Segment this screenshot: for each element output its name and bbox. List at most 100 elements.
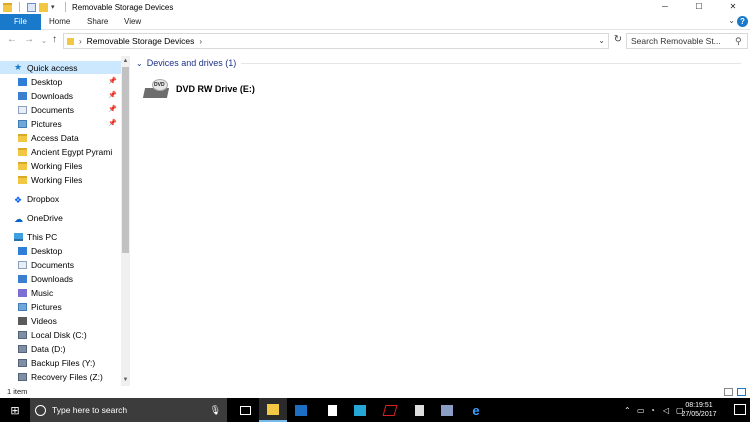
file-list-pane[interactable]: ⌄ Devices and drives (1) DVD DVD RW Driv… xyxy=(136,56,748,386)
scroll-down-icon[interactable]: ▼ xyxy=(121,376,130,385)
clock-time: 08:19:51 xyxy=(685,402,713,409)
sidebar-item-onedrive[interactable]: ☁ OneDrive xyxy=(0,211,121,224)
sidebar-item-working-files-2[interactable]: Working Files xyxy=(0,173,121,186)
search-input[interactable]: Search Removable St... xyxy=(627,36,735,46)
drive-icon xyxy=(18,330,27,339)
help-icon[interactable]: ? xyxy=(737,16,748,27)
new-folder-icon[interactable] xyxy=(39,2,48,12)
sidebar-item-desktop[interactable]: Desktop 📌 xyxy=(0,75,121,88)
sidebar-scrollbar[interactable]: ▲ ▼ xyxy=(121,56,130,386)
wifi-icon[interactable]: ◔ xyxy=(650,406,660,415)
folder-icon xyxy=(67,37,74,45)
show-hidden-icons-chevron-icon[interactable]: ⌃ xyxy=(624,406,634,415)
up-button[interactable]: ↑ xyxy=(52,34,57,45)
taskbar-search-input[interactable]: Type here to search xyxy=(52,405,210,415)
library-app-icon[interactable] xyxy=(287,398,315,422)
tab-file[interactable]: File xyxy=(0,14,41,30)
refresh-icon[interactable]: ↻ xyxy=(612,34,624,48)
close-button[interactable]: ✕ xyxy=(716,0,750,14)
address-dropdown-chevron-icon[interactable]: ⌄ xyxy=(598,36,605,45)
windows-start-icon[interactable]: ⊞ xyxy=(0,398,30,422)
tiles-view-icon[interactable] xyxy=(737,388,746,396)
navigation-bar: ← → ⌄ ↑ › Removable Storage Devices › ⌄ … xyxy=(0,31,750,51)
tab-home[interactable]: Home xyxy=(49,14,70,30)
tab-view[interactable]: View xyxy=(124,14,141,30)
sidebar-item-pc-downloads[interactable]: Downloads xyxy=(0,272,121,285)
sidebar-item-local-disk-c[interactable]: Local Disk (C:) xyxy=(0,328,121,341)
sidebar-item-access-data[interactable]: Access Data xyxy=(0,131,121,144)
volume-icon[interactable]: ◁ xyxy=(663,406,673,415)
calculator-icon[interactable] xyxy=(405,398,433,422)
properties-icon[interactable] xyxy=(27,2,36,12)
customize-dropdown-icon[interactable]: ▾ xyxy=(51,3,58,12)
drive-tile-dvd[interactable]: DVD DVD RW Drive (E:) xyxy=(142,76,255,102)
desktop-folder-icon xyxy=(18,77,27,86)
divider xyxy=(241,63,741,64)
status-bar: 1 item xyxy=(0,386,750,398)
action-center-icon[interactable] xyxy=(734,404,746,415)
navigation-pane[interactable]: ★ Quick access Desktop 📌 Downloads 📌 Doc… xyxy=(0,56,130,386)
sidebar-item-ancient-egypt[interactable]: Ancient Egypt Pyrami xyxy=(0,145,121,158)
music-folder-icon xyxy=(18,288,27,297)
sidebar-item-recovery-z[interactable]: Recovery Files (Z:) xyxy=(0,370,121,383)
drive-icon xyxy=(18,344,27,353)
sidebar-item-pc-pictures[interactable]: Pictures xyxy=(0,300,121,313)
sidebar-item-quick-access[interactable]: ★ Quick access xyxy=(0,61,121,74)
sidebar-item-downloads[interactable]: Downloads 📌 xyxy=(0,89,121,102)
folder-icon xyxy=(3,2,12,12)
task-view-icon[interactable] xyxy=(231,398,259,422)
network-app-icon[interactable] xyxy=(433,398,461,422)
sidebar-item-pictures[interactable]: Pictures 📌 xyxy=(0,117,121,130)
breadcrumb-current[interactable]: Removable Storage Devices xyxy=(87,36,195,46)
sidebar-item-documents[interactable]: Documents 📌 xyxy=(0,103,121,116)
sidebar-item-pc-documents[interactable]: Documents xyxy=(0,258,121,271)
pin-icon[interactable]: 📌 xyxy=(108,105,117,113)
pin-icon[interactable]: 📌 xyxy=(108,77,117,85)
group-title: Devices and drives (1) xyxy=(146,58,237,68)
breadcrumb-separator-icon[interactable]: › xyxy=(199,37,202,46)
collapse-chevron-icon[interactable]: ⌄ xyxy=(136,59,143,68)
scroll-up-icon[interactable]: ▲ xyxy=(121,57,130,66)
breadcrumb-separator-icon[interactable]: › xyxy=(79,37,82,46)
document-app-icon[interactable] xyxy=(318,398,346,422)
microphone-icon[interactable]: 🎙 xyxy=(210,405,221,416)
details-view-icon[interactable] xyxy=(724,388,733,396)
group-header-devices[interactable]: ⌄ Devices and drives (1) xyxy=(136,56,236,70)
media-app-icon[interactable] xyxy=(346,398,374,422)
media-player-icon[interactable] xyxy=(376,398,404,422)
minimize-button[interactable]: ─ xyxy=(648,0,682,14)
pin-icon[interactable]: 📌 xyxy=(108,119,117,127)
address-bar[interactable]: › Removable Storage Devices › ⌄ xyxy=(63,33,609,49)
taskbar-search-box[interactable]: Type here to search 🎙 xyxy=(30,398,227,422)
sidebar-item-data-d[interactable]: Data (D:) xyxy=(0,342,121,355)
tab-share[interactable]: Share xyxy=(87,14,108,30)
maximize-button[interactable]: ☐ xyxy=(682,0,716,14)
search-box[interactable]: Search Removable St... ⚲ xyxy=(626,33,748,49)
title-bar: ▾ Removable Storage Devices ─ ☐ ✕ xyxy=(0,0,750,14)
taskbar-clock[interactable]: 08:19:51 27/05/2017 xyxy=(676,401,722,419)
sidebar-item-pc-desktop[interactable]: Desktop xyxy=(0,244,121,257)
sidebar-item-backup-y[interactable]: Backup Files (Y:) xyxy=(0,356,121,369)
expand-ribbon-chevron-icon[interactable]: ⌄ xyxy=(728,16,735,25)
ribbon-tab-bar: File Home Share View ⌄ ? xyxy=(0,14,750,30)
drive-name: DVD RW Drive (E:) xyxy=(176,84,255,94)
file-explorer-taskbar-icon[interactable] xyxy=(259,398,287,422)
pictures-folder-icon xyxy=(18,119,27,128)
sidebar-item-pc-videos[interactable]: Videos xyxy=(0,314,121,327)
pin-icon[interactable]: 📌 xyxy=(108,91,117,99)
sidebar-item-pc-music[interactable]: Music xyxy=(0,286,121,299)
sidebar-item-this-pc[interactable]: This PC xyxy=(0,230,121,243)
sidebar-item-working-files[interactable]: Working Files xyxy=(0,159,121,172)
downloads-folder-icon xyxy=(18,91,27,100)
battery-icon[interactable]: ▭ xyxy=(637,406,647,415)
recent-locations-chevron-icon[interactable]: ⌄ xyxy=(41,37,47,45)
onedrive-cloud-icon: ☁ xyxy=(14,213,23,224)
edge-browser-icon[interactable]: e xyxy=(462,398,490,422)
cortana-icon xyxy=(35,404,46,416)
drive-icon xyxy=(18,372,27,381)
back-button[interactable]: ← xyxy=(7,34,17,45)
sidebar-item-dropbox[interactable]: ❖ Dropbox xyxy=(0,192,121,205)
videos-folder-icon xyxy=(18,316,27,325)
scrollbar-thumb[interactable] xyxy=(122,67,129,253)
forward-button[interactable]: → xyxy=(24,34,34,45)
